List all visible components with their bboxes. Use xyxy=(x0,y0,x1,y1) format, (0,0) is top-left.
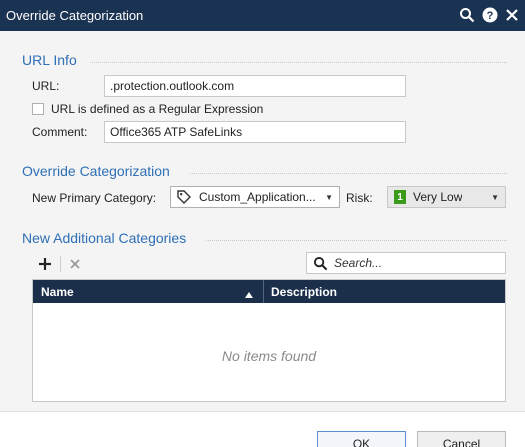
regex-checkbox-label: URL is defined as a Regular Expression xyxy=(51,102,264,116)
section-divider xyxy=(206,240,507,241)
help-icon[interactable]: ? xyxy=(481,6,499,24)
column-header-name[interactable]: Name xyxy=(41,285,74,299)
comment-label: Comment: xyxy=(32,125,88,139)
sort-ascending-icon[interactable] xyxy=(245,287,253,301)
column-divider[interactable] xyxy=(263,280,264,303)
comment-input[interactable]: Office365 ATP SafeLinks xyxy=(104,121,406,143)
search-box[interactable]: Search... xyxy=(306,252,506,274)
tag-icon xyxy=(177,190,191,204)
risk-level-badge: 1 xyxy=(394,190,406,204)
url-input[interactable]: .protection.outlook.com xyxy=(104,75,406,97)
risk-value: Very Low xyxy=(413,190,463,204)
override-section-title: Override Categorization xyxy=(22,163,170,179)
risk-label: Risk: xyxy=(346,191,373,205)
dialog-content: URL Info URL: .protection.outlook.com UR… xyxy=(0,31,525,411)
search-icon[interactable] xyxy=(458,6,476,24)
dialog-footer: OK Cancel xyxy=(0,411,525,447)
primary-category-value: Custom_Application... xyxy=(199,190,316,204)
add-category-button[interactable] xyxy=(36,255,54,273)
additional-section-title: New Additional Categories xyxy=(22,230,187,246)
section-divider xyxy=(90,62,507,63)
primary-category-select[interactable]: Custom_Application... ▼ xyxy=(170,186,340,208)
svg-text:?: ? xyxy=(487,10,494,22)
section-divider xyxy=(190,173,507,174)
cancel-button[interactable]: Cancel xyxy=(417,431,506,447)
table-header: Name Description xyxy=(33,280,505,303)
chevron-down-icon: ▼ xyxy=(325,193,333,202)
url-info-section-title: URL Info xyxy=(22,52,77,68)
additional-categories-table: Name Description No items found xyxy=(32,279,506,402)
chevron-down-icon: ▼ xyxy=(491,193,499,202)
search-input[interactable]: Search... xyxy=(334,256,382,270)
column-header-description[interactable]: Description xyxy=(271,285,337,299)
url-label: URL: xyxy=(32,79,60,93)
search-icon xyxy=(313,256,328,271)
primary-category-label: New Primary Category: xyxy=(32,191,157,205)
ok-button[interactable]: OK xyxy=(317,431,406,447)
override-categorization-dialog: Override Categorization ? URL Info URL: … xyxy=(0,0,525,447)
toolbar-divider xyxy=(60,256,61,272)
plus-icon xyxy=(38,257,52,271)
title-bar: Override Categorization ? xyxy=(0,0,525,31)
close-icon[interactable] xyxy=(503,6,521,24)
risk-select[interactable]: 1 Very Low ▼ xyxy=(387,186,506,208)
regex-checkbox[interactable] xyxy=(32,103,44,115)
remove-category-button[interactable] xyxy=(66,255,84,273)
empty-message: No items found xyxy=(221,348,317,364)
close-icon xyxy=(69,258,81,270)
dialog-title: Override Categorization xyxy=(6,8,144,23)
